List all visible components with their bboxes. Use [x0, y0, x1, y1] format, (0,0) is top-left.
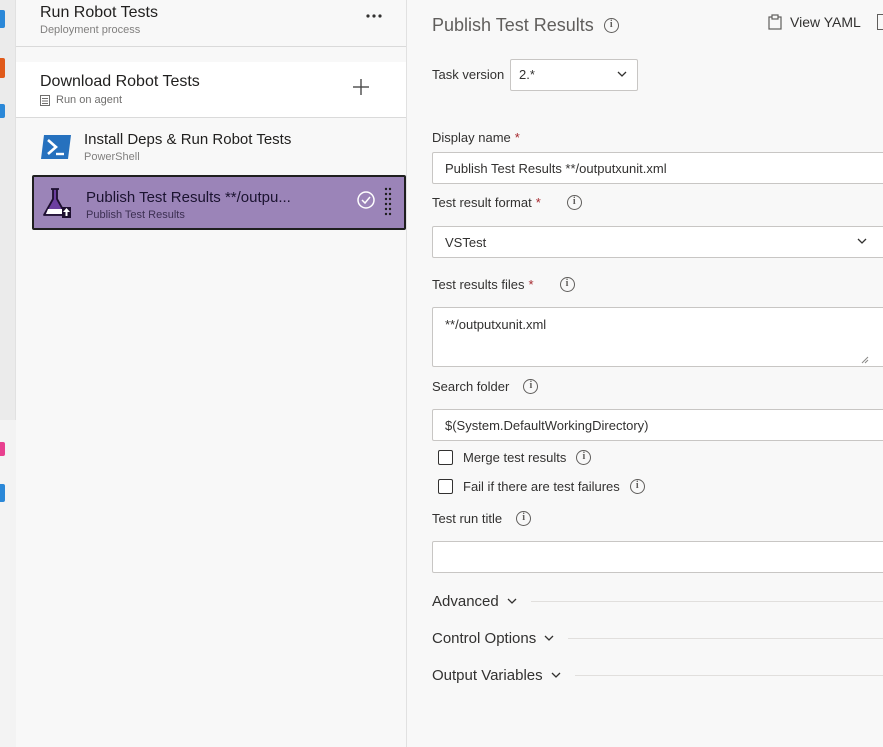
nav-strip [0, 0, 16, 747]
section-divider [574, 674, 883, 676]
run-title-label: Test run title i [432, 511, 532, 526]
format-select[interactable]: VSTest [432, 226, 883, 258]
section-divider [568, 637, 883, 639]
agent-job[interactable]: Download Robot Tests Run on agent [16, 62, 406, 118]
fail-on-failures-label: Fail if there are test failures [463, 479, 620, 494]
search-folder-label-text: Search folder [432, 379, 510, 394]
task-version-value: 2.* [519, 67, 535, 82]
task-subtitle: PowerShell [84, 151, 140, 163]
checkbox-box[interactable] [438, 450, 453, 465]
section-divider [530, 600, 883, 602]
search-folder-label: Search folder i [432, 379, 539, 394]
merge-results-checkbox[interactable]: Merge test results i [438, 450, 592, 465]
section-title: Output Variables [432, 666, 543, 684]
format-label: Test result format * i [432, 195, 582, 210]
files-label-text: Test results files [432, 277, 525, 292]
plus-icon[interactable] [350, 76, 372, 98]
nav-icon-boards[interactable] [0, 10, 5, 28]
search-folder-value: $(System.DefaultWorkingDirectory) [445, 418, 649, 433]
server-icon [40, 94, 50, 106]
info-icon[interactable]: i [523, 379, 539, 394]
task-item-publish-test-results[interactable]: Publish Test Results **/outpu... Publish… [32, 175, 406, 230]
task-version-label-text: Task version [432, 67, 505, 82]
display-name-label: Display name * [432, 130, 520, 145]
section-title: Advanced [432, 592, 499, 610]
info-icon[interactable]: i [603, 18, 619, 33]
details-title: Publish Test Results [432, 15, 594, 35]
nav-icon-repos[interactable] [0, 58, 5, 78]
enabled-check-icon[interactable] [356, 190, 376, 210]
fail-on-failures-checkbox[interactable]: Fail if there are test failures i [438, 479, 645, 494]
agent-job-subtitle-text: Run on agent [56, 94, 123, 106]
info-icon[interactable]: i [629, 479, 645, 494]
display-name-value: Publish Test Results **/outputxunit.xml [445, 161, 667, 176]
pipeline-header: Run Robot Tests Deployment process [16, 0, 406, 47]
required-mark: * [535, 195, 541, 210]
format-value: VSTest [445, 235, 487, 250]
chevron-down-icon [617, 71, 627, 77]
view-yaml-label: View YAML [790, 14, 861, 30]
nav-strip-lower [0, 420, 16, 747]
required-mark: * [514, 130, 520, 145]
details-header: Publish Test Results i [432, 15, 619, 36]
clipboard-icon [768, 14, 782, 30]
section-title: Control Options [432, 629, 537, 647]
run-title-input[interactable] [432, 541, 883, 573]
test-results-icon [43, 188, 71, 218]
task-subtitle: Publish Test Results [86, 209, 185, 221]
display-name-label-text: Display name [432, 130, 511, 145]
display-name-input[interactable]: Publish Test Results **/outputxunit.xml [432, 152, 883, 184]
nav-icon-artifacts[interactable] [0, 484, 5, 502]
files-value: **/outputxunit.xml [445, 317, 547, 332]
files-textarea[interactable]: **/outputxunit.xml [432, 307, 883, 367]
info-icon[interactable]: i [576, 450, 592, 465]
info-icon[interactable]: i [566, 195, 582, 210]
panel-edge-icon[interactable] [877, 14, 883, 30]
format-label-text: Test result format [432, 195, 532, 210]
merge-results-label: Merge test results [463, 450, 567, 465]
checkbox-box[interactable] [438, 479, 453, 494]
task-details-panel: Publish Test Results i View YAML Task ve… [408, 0, 883, 747]
search-folder-input[interactable]: $(System.DefaultWorkingDirectory) [432, 409, 883, 441]
drag-handle-icon[interactable] [384, 186, 392, 216]
task-title: Publish Test Results **/outpu... [86, 189, 291, 206]
pipeline-title: Run Robot Tests [40, 4, 158, 21]
ellipsis-icon[interactable] [362, 6, 386, 28]
resize-handle-icon[interactable] [861, 356, 869, 364]
section-output-variables[interactable]: Output Variables [432, 664, 883, 686]
nav-icon-test-plans[interactable] [0, 442, 5, 456]
task-version-select[interactable]: 2.* [510, 59, 638, 91]
task-version-label: Task version [432, 67, 504, 82]
section-advanced[interactable]: Advanced [432, 590, 883, 612]
chevron-down-icon [507, 598, 517, 604]
chevron-down-icon [551, 672, 561, 678]
files-label: Test results files * i [432, 277, 575, 292]
agent-job-subtitle: Run on agent [40, 94, 122, 106]
required-mark: * [528, 277, 534, 292]
info-icon[interactable]: i [559, 277, 575, 292]
task-item-install-deps[interactable]: Install Deps & Run Robot Tests PowerShel… [32, 119, 406, 174]
chevron-down-icon [544, 635, 554, 641]
task-title: Install Deps & Run Robot Tests [84, 131, 292, 148]
pipeline-subtitle: Deployment process [40, 24, 141, 36]
run-title-label-text: Test run title [432, 511, 503, 526]
chevron-down-icon [857, 238, 867, 244]
agent-job-title: Download Robot Tests [40, 73, 200, 90]
view-yaml-button[interactable]: View YAML [768, 14, 861, 30]
nav-icon-pipelines[interactable] [0, 104, 5, 118]
section-control-options[interactable]: Control Options [432, 627, 883, 649]
info-icon[interactable]: i [516, 511, 532, 526]
pipeline-panel: Run Robot Tests Deployment process Downl… [16, 0, 407, 747]
powershell-icon [41, 135, 71, 159]
